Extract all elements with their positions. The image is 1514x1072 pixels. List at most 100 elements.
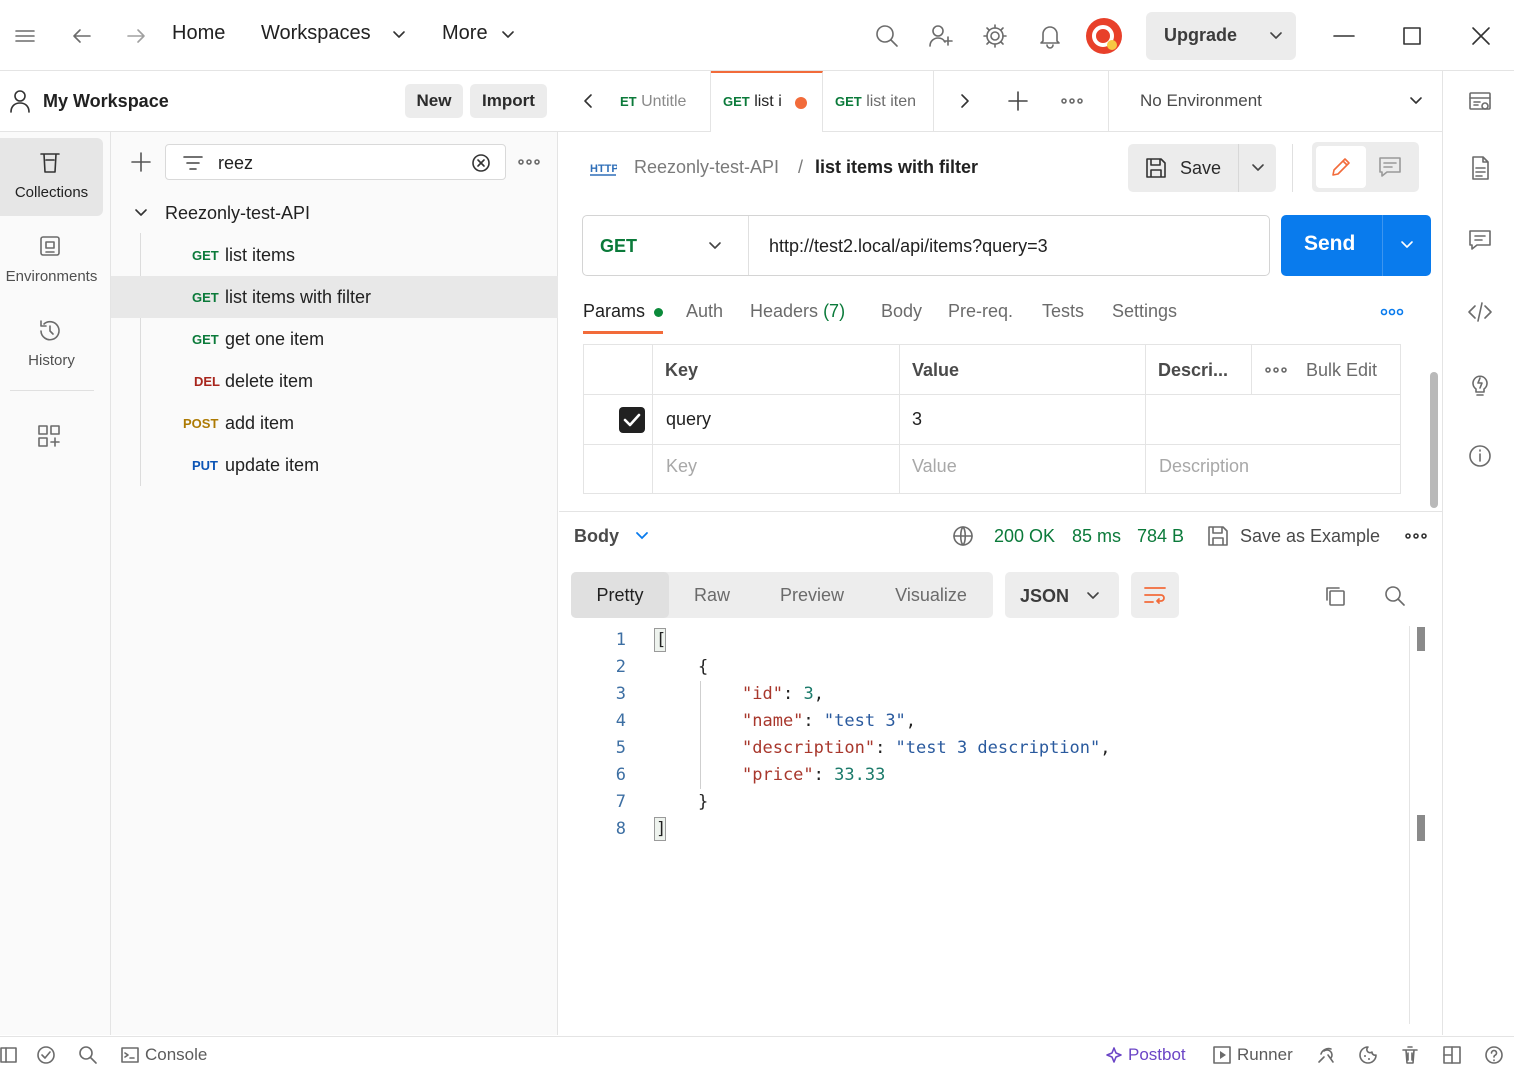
cookies-icon[interactable] bbox=[1358, 1045, 1378, 1065]
add-apps-icon[interactable] bbox=[37, 424, 61, 448]
tab-params[interactable]: Params bbox=[583, 301, 664, 322]
globe-icon[interactable] bbox=[951, 524, 975, 548]
bell-icon[interactable] bbox=[1037, 23, 1063, 49]
nav-more[interactable]: More bbox=[442, 22, 488, 45]
more-options-icon[interactable] bbox=[517, 157, 541, 167]
tab-prereq[interactable]: Pre-req. bbox=[948, 301, 1013, 322]
rail-collections[interactable]: Collections bbox=[0, 138, 103, 216]
view-preview[interactable]: Preview bbox=[755, 572, 869, 618]
new-tab-plus-icon[interactable] bbox=[1007, 90, 1029, 112]
view-pretty[interactable]: Pretty bbox=[571, 572, 669, 618]
more-options-icon[interactable] bbox=[1380, 307, 1404, 317]
console-button[interactable]: Console bbox=[145, 1045, 207, 1065]
more-options-icon[interactable] bbox=[1264, 365, 1288, 375]
menu-icon[interactable] bbox=[14, 26, 36, 46]
tab-list-items-with-filter[interactable]: GET list i bbox=[711, 71, 823, 132]
chevron-down-icon[interactable] bbox=[1408, 95, 1424, 107]
rail-history[interactable]: History bbox=[0, 306, 103, 384]
close-icon[interactable] bbox=[1469, 24, 1493, 48]
rail-environments[interactable]: Environments bbox=[0, 222, 103, 300]
avatar[interactable] bbox=[1086, 18, 1122, 54]
chevron-down-icon[interactable] bbox=[707, 240, 723, 252]
filter-search-box[interactable]: reez bbox=[165, 144, 506, 180]
chevron-down-icon[interactable] bbox=[500, 29, 516, 41]
param-value[interactable]: 3 bbox=[912, 409, 922, 430]
new-param-description-input[interactable]: Description bbox=[1159, 456, 1249, 477]
comment-mode-icon[interactable] bbox=[1378, 156, 1402, 178]
param-checkbox[interactable] bbox=[619, 407, 645, 433]
edit-mode-button[interactable] bbox=[1316, 146, 1366, 188]
scrollbar[interactable] bbox=[1430, 372, 1438, 508]
response-code-viewer[interactable] bbox=[559, 626, 1429, 1026]
more-options-icon[interactable] bbox=[1404, 531, 1428, 541]
request-item[interactable]: DEL delete item bbox=[111, 360, 558, 402]
search-icon[interactable] bbox=[1383, 584, 1407, 608]
request-item[interactable]: GET list items bbox=[111, 234, 558, 276]
capture-requests-icon[interactable] bbox=[1316, 1045, 1336, 1065]
runner-button[interactable]: Runner bbox=[1237, 1045, 1293, 1065]
chevron-down-icon[interactable] bbox=[634, 530, 650, 542]
param-key[interactable]: query bbox=[666, 409, 711, 430]
save-button[interactable]: Save bbox=[1128, 144, 1276, 192]
breadcrumb-collection[interactable]: Reezonly-test-API bbox=[634, 157, 779, 178]
tab-body[interactable]: Body bbox=[881, 301, 922, 322]
search-icon[interactable] bbox=[78, 1045, 98, 1065]
tab-tests[interactable]: Tests bbox=[1042, 301, 1084, 322]
chevron-left-icon[interactable] bbox=[580, 92, 598, 110]
response-size[interactable]: 784 B bbox=[1137, 526, 1184, 547]
lightbulb-icon[interactable] bbox=[1467, 371, 1493, 397]
tab-settings[interactable]: Settings bbox=[1112, 301, 1177, 322]
gear-icon[interactable] bbox=[982, 23, 1008, 49]
send-button[interactable]: Send bbox=[1281, 215, 1431, 276]
scrollbar-marker[interactable] bbox=[1417, 627, 1425, 651]
clear-search-icon[interactable] bbox=[470, 152, 492, 174]
tab-list-items[interactable]: GET list iten bbox=[823, 71, 934, 132]
forward-arrow-icon[interactable] bbox=[124, 24, 148, 48]
scrollbar-marker[interactable] bbox=[1417, 815, 1425, 841]
url-input[interactable]: http://test2.local/api/items?query=3 bbox=[769, 236, 1048, 257]
comments-icon[interactable] bbox=[1467, 227, 1493, 253]
response-body-label[interactable]: Body bbox=[574, 526, 619, 547]
chevron-down-icon[interactable] bbox=[1268, 30, 1284, 42]
tab-headers[interactable]: Headers (7) bbox=[750, 301, 845, 322]
format-select[interactable]: JSON bbox=[1005, 572, 1119, 618]
wrap-lines-button[interactable] bbox=[1131, 572, 1179, 618]
import-button[interactable]: Import bbox=[470, 84, 547, 118]
upgrade-button[interactable]: Upgrade bbox=[1146, 12, 1296, 60]
plus-icon[interactable] bbox=[129, 150, 153, 174]
tab-auth[interactable]: Auth bbox=[686, 301, 723, 322]
search-input[interactable]: reez bbox=[218, 153, 253, 174]
documentation-icon[interactable] bbox=[1467, 155, 1493, 181]
save-as-example-button[interactable]: Save as Example bbox=[1240, 526, 1380, 547]
back-arrow-icon[interactable] bbox=[70, 24, 94, 48]
minimize-icon[interactable] bbox=[1332, 24, 1356, 48]
chevron-down-icon[interactable] bbox=[391, 29, 407, 41]
environment-quick-look-icon[interactable] bbox=[1467, 89, 1493, 115]
chevron-right-icon[interactable] bbox=[955, 92, 973, 110]
nav-workspaces[interactable]: Workspaces bbox=[261, 22, 371, 45]
new-param-key-input[interactable]: Key bbox=[666, 456, 697, 477]
request-item[interactable]: PUT update item bbox=[111, 444, 558, 486]
nav-home[interactable]: Home bbox=[172, 22, 225, 45]
new-button[interactable]: New bbox=[405, 84, 463, 118]
postbot-button[interactable]: Postbot bbox=[1128, 1045, 1186, 1065]
help-icon[interactable] bbox=[1484, 1045, 1504, 1065]
check-circle-icon[interactable] bbox=[36, 1045, 56, 1065]
collection-name[interactable]: Reezonly-test-API bbox=[165, 203, 310, 224]
environment-select[interactable]: No Environment bbox=[1140, 91, 1262, 111]
new-param-value-input[interactable]: Value bbox=[912, 456, 957, 477]
tab-untitled[interactable]: ET Untitle bbox=[618, 71, 711, 132]
chevron-down-icon[interactable] bbox=[133, 206, 149, 220]
view-raw[interactable]: Raw bbox=[669, 572, 755, 618]
response-time[interactable]: 85 ms bbox=[1072, 526, 1121, 547]
request-item[interactable]: GET get one item bbox=[111, 318, 558, 360]
copy-icon[interactable] bbox=[1323, 584, 1347, 608]
two-pane-view-icon[interactable] bbox=[1442, 1045, 1462, 1065]
trash-icon[interactable] bbox=[1400, 1045, 1420, 1065]
bulk-edit-button[interactable]: Bulk Edit bbox=[1306, 360, 1377, 381]
toggle-sidebar-icon[interactable] bbox=[0, 1046, 18, 1064]
request-item-selected[interactable]: GET list items with filter bbox=[111, 276, 558, 318]
chevron-down-icon[interactable] bbox=[1399, 239, 1415, 251]
chevron-down-icon[interactable] bbox=[1250, 162, 1266, 174]
invite-user-icon[interactable] bbox=[928, 23, 954, 49]
